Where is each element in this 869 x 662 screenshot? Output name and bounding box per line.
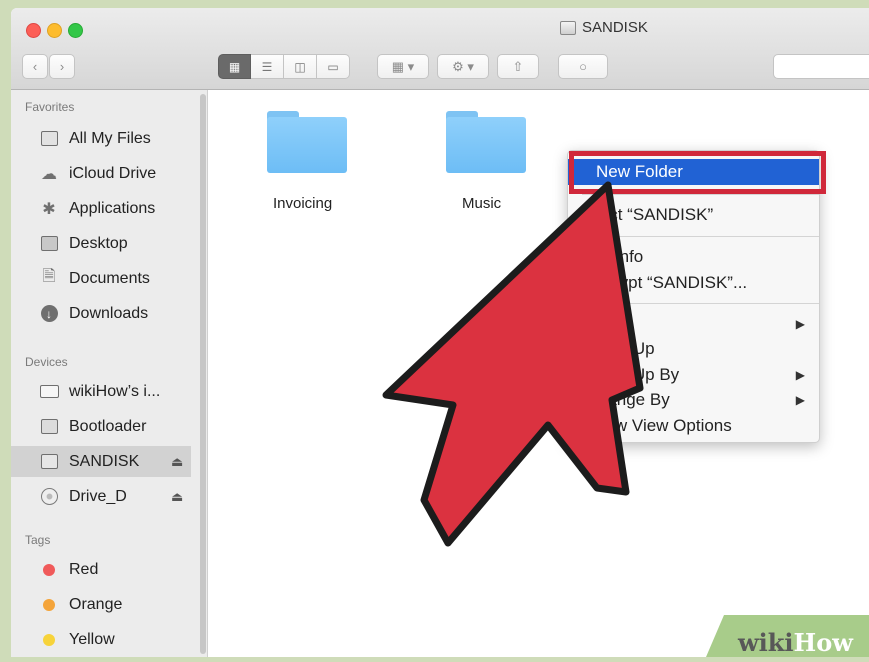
sidebar-item-drive-d[interactable]: Drive_D ⏏ xyxy=(11,481,191,512)
menu-item-clean-up-by[interactable]: lean Up By ▶ xyxy=(568,362,819,388)
disk-icon xyxy=(560,20,576,35)
sidebar-item-label: Red xyxy=(69,560,99,578)
folder-label-invoicing[interactable]: Invoicing xyxy=(273,195,332,212)
minimize-button[interactable] xyxy=(47,23,62,38)
menu-item-show-view-options[interactable]: how View Options xyxy=(568,413,819,439)
yellow-tag-icon xyxy=(39,631,59,649)
folder-icon-invoicing[interactable] xyxy=(267,111,347,173)
sidebar-item-desktop[interactable]: Desktop xyxy=(11,228,191,259)
orange-tag-icon xyxy=(39,596,59,614)
chevron-left-icon: ‹ xyxy=(32,59,38,74)
share-icon: ⇧ xyxy=(512,58,524,74)
list-view-button[interactable]: ☰ xyxy=(251,54,284,79)
chevron-right-icon: › xyxy=(59,59,65,74)
tag-icon: ○ xyxy=(579,59,587,74)
documents-icon: 🗎 xyxy=(42,268,56,285)
cloud-icon: ☁ xyxy=(41,165,57,183)
sidebar-item-label: Downloads xyxy=(69,304,149,322)
back-button[interactable]: ‹ xyxy=(22,54,48,79)
callout-highlight-box xyxy=(569,151,826,194)
view-mode-control: ▦ ☰ ◫ ▭ xyxy=(218,54,350,79)
sidebar-tag-yellow[interactable]: Yellow xyxy=(11,624,191,655)
submenu-arrow-icon: ▶ xyxy=(795,393,805,407)
red-tag-icon xyxy=(39,561,59,579)
close-button[interactable] xyxy=(26,23,41,38)
column-view-button[interactable]: ◫ xyxy=(284,54,317,79)
folder-icon-music[interactable] xyxy=(446,111,526,173)
disk-icon xyxy=(39,418,59,436)
sidebar-item-label: Drive_D xyxy=(69,487,127,505)
menu-item-eject[interactable]: ject “SANDISK” xyxy=(568,202,819,228)
sidebar-item-label: Yellow xyxy=(69,630,115,648)
window-title-text: SANDISK xyxy=(582,19,648,36)
sidebar-item-label: SANDISK xyxy=(69,452,140,470)
menu-item-view[interactable]: iew ▶ xyxy=(568,311,819,337)
forward-button[interactable]: › xyxy=(49,54,75,79)
folder-label-music[interactable]: Music xyxy=(462,195,501,212)
sidebar-item-label: Orange xyxy=(69,595,123,613)
column-view-icon: ◫ xyxy=(294,59,306,74)
action-button[interactable]: ⚙ ▾ xyxy=(437,54,489,79)
list-view-icon: ☰ xyxy=(261,59,273,74)
submenu-arrow-icon: ▶ xyxy=(795,317,805,331)
sidebar-scrollbar[interactable] xyxy=(200,94,206,654)
sidebar-item-wikihows-imac[interactable]: wikiHow’s i... xyxy=(11,376,191,407)
sidebar-item-label: iCloud Drive xyxy=(69,164,157,182)
tag-button[interactable]: ○ xyxy=(558,54,608,79)
disk-icon xyxy=(39,453,59,471)
sidebar-item-label: Bootloader xyxy=(69,417,147,435)
title-bar: SANDISK ‹ › ▦ ☰ ◫ ▭ ▦ ▾ ⚙ ▾ ⇧ ○ xyxy=(11,8,869,90)
arrange-button[interactable]: ▦ ▾ xyxy=(377,54,429,79)
drive-icon xyxy=(39,488,59,506)
eject-icon[interactable]: ⏏ xyxy=(171,454,183,470)
sidebar-item-applications[interactable]: ✱ Applications xyxy=(11,193,191,224)
sidebar-item-downloads[interactable]: ↓ Downloads xyxy=(11,298,191,329)
applications-icon: ✱ xyxy=(42,200,56,218)
menu-item-encrypt[interactable]: ncrypt “SANDISK”... xyxy=(568,270,819,296)
icon-view-button[interactable]: ▦ xyxy=(218,54,251,79)
sidebar-item-all-my-files[interactable]: All My Files xyxy=(11,123,191,154)
eject-icon[interactable]: ⏏ xyxy=(171,489,183,505)
window-title: SANDISK xyxy=(560,19,648,36)
sidebar-tag-red[interactable]: Red xyxy=(11,554,191,585)
sidebar: Favorites All My Files ☁ iCloud Drive ✱ … xyxy=(11,90,208,657)
gear-icon: ⚙ ▾ xyxy=(452,58,474,74)
sidebar-item-label: All My Files xyxy=(69,129,151,147)
sidebar-item-sandisk[interactable]: SANDISK ⏏ xyxy=(11,446,191,477)
submenu-arrow-icon: ▶ xyxy=(795,368,805,382)
favorites-header: Favorites xyxy=(25,100,75,114)
share-button[interactable]: ⇧ xyxy=(497,54,539,79)
downloads-icon: ↓ xyxy=(39,305,59,323)
tags-header: Tags xyxy=(25,533,51,547)
sidebar-item-icloud-drive[interactable]: ☁ iCloud Drive xyxy=(11,158,191,189)
arrange-icon: ▦ ▾ xyxy=(391,58,415,74)
menu-item-arrange-by[interactable]: rrange By ▶ xyxy=(568,387,819,413)
sidebar-item-label: Desktop xyxy=(69,234,128,252)
search-field[interactable] xyxy=(773,54,869,79)
icon-view-icon: ▦ xyxy=(228,59,241,74)
sidebar-item-label: wikiHow’s i... xyxy=(69,382,161,400)
sidebar-item-documents[interactable]: 🗎 Documents xyxy=(11,263,191,294)
sidebar-item-label: Documents xyxy=(69,269,150,287)
coverflow-view-button[interactable]: ▭ xyxy=(317,54,350,79)
menu-item-clean-up[interactable]: lean Up xyxy=(568,336,819,362)
desktop-icon xyxy=(39,235,59,253)
all-files-icon xyxy=(39,130,59,148)
sidebar-item-label: Applications xyxy=(69,199,156,217)
sidebar-item-bootloader[interactable]: Bootloader xyxy=(11,411,191,442)
zoom-button[interactable] xyxy=(68,23,83,38)
coverflow-icon: ▭ xyxy=(327,59,339,74)
devices-header: Devices xyxy=(25,355,68,369)
menu-item-get-info[interactable]: et Info xyxy=(568,244,819,270)
wikihow-logo-text: wikiHow xyxy=(738,628,853,657)
computer-icon xyxy=(39,383,59,401)
sidebar-tag-orange[interactable]: Orange xyxy=(11,589,191,620)
